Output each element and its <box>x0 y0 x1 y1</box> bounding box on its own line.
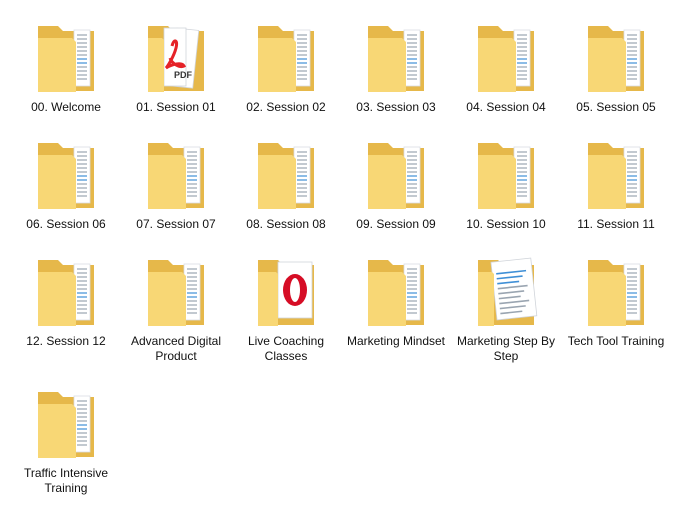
folder-item[interactable]: 12. Session 12 <box>12 246 120 358</box>
folder-item[interactable]: 09. Session 09 <box>342 129 450 241</box>
folder-icon <box>574 133 658 217</box>
folder-pdf-icon: PDF <box>134 16 218 100</box>
folder-document-icon <box>464 250 548 334</box>
folder-label: 12. Session 12 <box>26 334 106 348</box>
folder-item[interactable]: Traffic Intensive Training <box>12 378 120 495</box>
folder-label: Marketing Step By Step <box>456 334 556 363</box>
folder-item[interactable]: 11. Session 11 <box>562 129 670 241</box>
folder-label: 05. Session 05 <box>576 100 656 114</box>
folder-icon <box>134 250 218 334</box>
folder-icon <box>24 250 108 334</box>
folder-label: 03. Session 03 <box>356 100 436 114</box>
folder-icon <box>354 250 438 334</box>
folder-item[interactable]: PDF 01. Session 01 <box>122 12 230 124</box>
folder-icon <box>574 250 658 334</box>
folder-label: 09. Session 09 <box>356 217 436 231</box>
folder-label: 04. Session 04 <box>466 100 546 114</box>
folder-label: 01. Session 01 <box>136 100 216 114</box>
folder-icon <box>134 133 218 217</box>
folder-label: 11. Session 11 <box>577 217 655 231</box>
folder-icon <box>244 16 328 100</box>
folder-item[interactable]: Marketing Step By Step <box>452 246 560 363</box>
folder-item[interactable]: 07. Session 07 <box>122 129 230 241</box>
folder-label: Traffic Intensive Training <box>23 466 109 495</box>
folder-label: 10. Session 10 <box>466 217 546 231</box>
folder-icon <box>354 133 438 217</box>
svg-text:PDF: PDF <box>174 70 193 80</box>
folder-label: 08. Session 08 <box>246 217 326 231</box>
folder-icon <box>464 133 548 217</box>
folder-item[interactable]: 10. Session 10 <box>452 129 560 241</box>
folder-icon <box>354 16 438 100</box>
folder-item[interactable]: 08. Session 08 <box>232 129 340 241</box>
folder-item[interactable]: Marketing Mindset <box>342 246 450 358</box>
folder-item[interactable]: Tech Tool Training <box>562 246 670 358</box>
file-grid: 00. Welcome PDF 01. Session 01 02. Sessi… <box>0 0 676 523</box>
folder-item[interactable]: Live Coaching Classes <box>232 246 340 363</box>
folder-icon <box>244 133 328 217</box>
folder-item[interactable]: 04. Session 04 <box>452 12 560 124</box>
folder-item[interactable]: 00. Welcome <box>12 12 120 124</box>
folder-opera-icon <box>244 250 328 334</box>
folder-item[interactable]: 03. Session 03 <box>342 12 450 124</box>
folder-label: Tech Tool Training <box>567 334 665 348</box>
folder-icon <box>24 133 108 217</box>
folder-label: Advanced Digital Product <box>130 334 222 363</box>
folder-label: 02. Session 02 <box>246 100 326 114</box>
folder-label: 00. Welcome <box>31 100 101 114</box>
folder-icon <box>574 16 658 100</box>
folder-label: Live Coaching Classes <box>247 334 325 363</box>
folder-label: 06. Session 06 <box>26 217 106 231</box>
folder-icon <box>464 16 548 100</box>
folder-label: 07. Session 07 <box>136 217 216 231</box>
folder-icon <box>24 382 108 466</box>
folder-item[interactable]: 02. Session 02 <box>232 12 340 124</box>
folder-label: Marketing Mindset <box>346 334 446 348</box>
folder-item[interactable]: 05. Session 05 <box>562 12 670 124</box>
folder-item[interactable]: Advanced Digital Product <box>122 246 230 363</box>
folder-item[interactable]: 06. Session 06 <box>12 129 120 241</box>
folder-icon <box>24 16 108 100</box>
